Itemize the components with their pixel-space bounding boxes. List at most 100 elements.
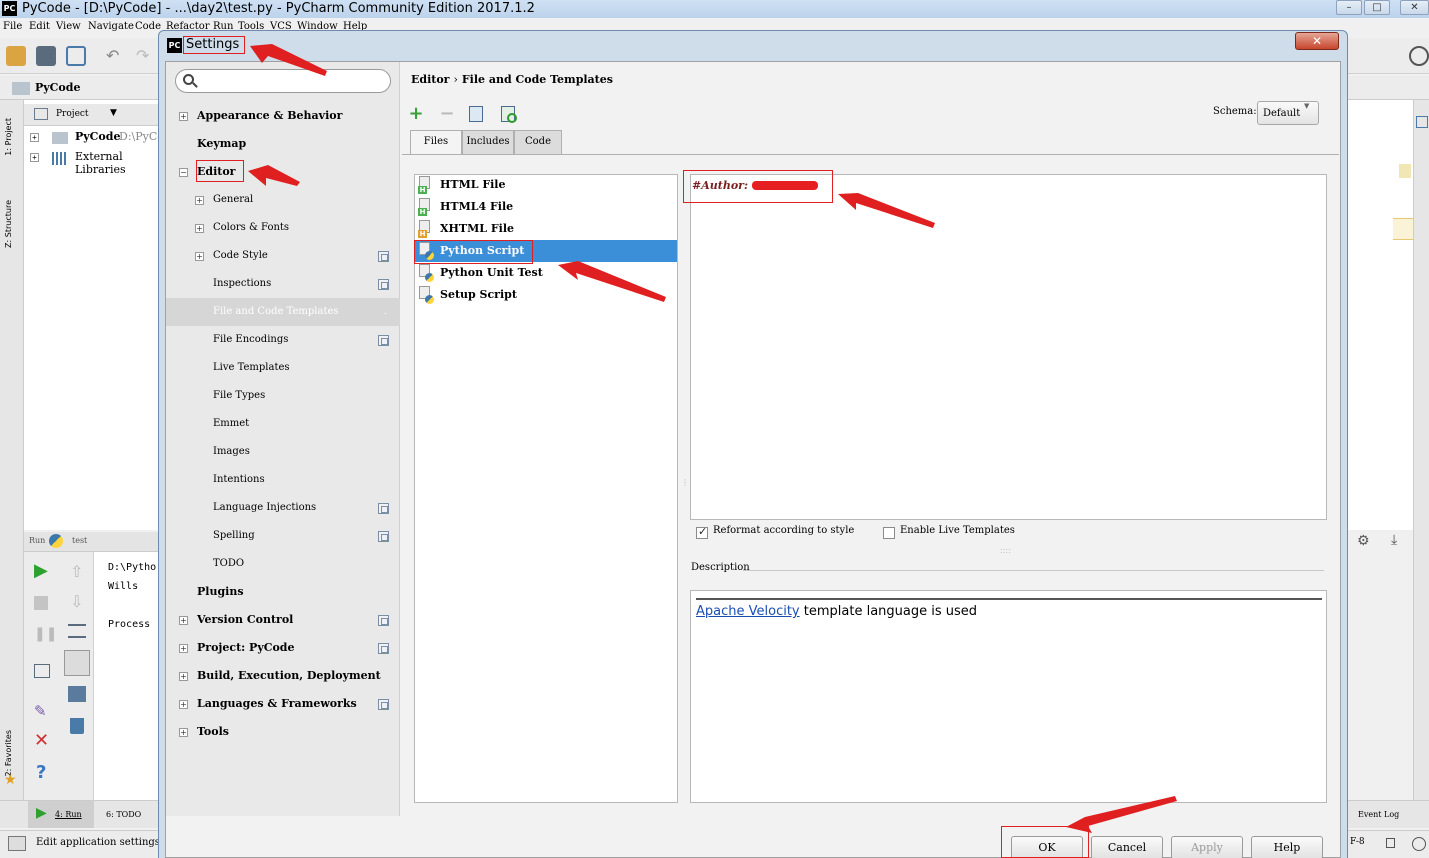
tab-includes[interactable]: Includes [462,130,514,154]
settings-search-input[interactable] [175,69,391,93]
project-tool-tab[interactable]: 1: Project [4,118,13,156]
database-icon[interactable] [1416,116,1428,128]
undo-icon[interactable]: ↶ [106,46,126,66]
template-item-html[interactable]: H HTML File [415,174,677,196]
sidebar-item-live-templates[interactable]: Live Templates [166,354,400,382]
close-icon[interactable]: ✕ [34,730,49,751]
menu-navigate[interactable]: Navigate [88,21,134,32]
expand-icon[interactable]: + [195,252,204,261]
expand-icon[interactable]: + [179,616,188,625]
template-item-xhtml[interactable]: H XHTML File [415,218,677,240]
print-icon[interactable] [68,686,86,702]
chevron-down-icon[interactable]: ▼ [110,108,117,118]
todo-tab-label[interactable]: 6: TODO [106,810,141,819]
expand-icon[interactable]: + [179,700,188,709]
breadcrumb-parent[interactable]: Editor [411,73,449,86]
window-close-button[interactable]: ✕ [1400,0,1429,15]
expand-icon[interactable]: + [179,112,188,121]
sync-icon[interactable] [66,46,86,66]
sidebar-item-language-injections[interactable]: Language Injections [166,494,400,522]
sidebar-item-build[interactable]: + Build, Execution, Deployment [166,662,400,690]
structure-tool-tab[interactable]: Z: Structure [4,200,13,248]
lock-icon[interactable] [1386,838,1395,848]
menu-code[interactable]: Code [135,21,161,32]
tab-code[interactable]: Code [514,130,562,154]
status-toggle-icon[interactable] [8,836,26,851]
template-editor[interactable] [690,174,1327,520]
help-icon[interactable]: ? [36,762,46,783]
stop-icon[interactable] [34,596,48,610]
sidebar-item-colors-fonts[interactable]: + Colors & Fonts [166,214,400,242]
scroll-to-end-icon[interactable] [64,650,90,676]
sidebar-item-tools[interactable]: + Tools [166,718,400,746]
event-log-tab[interactable]: Event Log [1358,810,1399,819]
hide-panel-icon[interactable]: ⤓ [1391,532,1397,548]
sidebar-item-file-encodings[interactable]: File Encodings [166,326,400,354]
redo-icon[interactable]: ↷ [136,46,156,66]
reformat-checkbox[interactable]: ✓ [696,525,708,539]
sidebar-item-file-code-templates[interactable]: File and Code Templates. [166,298,400,326]
template-item-setup-script[interactable]: Setup Script [415,284,677,306]
collapse-icon[interactable]: − [179,168,188,177]
maximize-button[interactable]: □ [1364,0,1390,15]
sidebar-item-version-control[interactable]: + Version Control [166,606,400,634]
external-libraries-row[interactable]: + External Libraries [30,150,164,176]
trash-icon[interactable] [70,718,84,734]
expand-icon[interactable]: + [179,728,188,737]
expand-icon[interactable]: + [30,153,39,162]
template-item-python-unit-test[interactable]: Python Unit Test [415,262,677,284]
sidebar-item-file-types[interactable]: File Types [166,382,400,410]
sidebar-item-images[interactable]: Images [166,438,400,466]
menu-edit[interactable]: Edit [29,21,50,32]
sidebar-item-project[interactable]: + Project: PyCode [166,634,400,662]
run-tool-tab[interactable]: ▶ 4: Run [28,801,94,828]
expand-icon[interactable]: + [195,224,204,233]
down-arrow-icon[interactable]: ⇩ [70,592,83,611]
menu-view[interactable]: View [56,21,81,32]
schema-select[interactable]: Default ▼ [1257,101,1319,125]
encoding-indicator[interactable]: F-8 [1350,837,1365,847]
template-item-html4[interactable]: H HTML4 File [415,196,677,218]
sidebar-item-spelling[interactable]: Spelling [166,522,400,550]
sidebar-item-keymap[interactable]: Keymap [166,130,400,158]
splitter-handle[interactable]: :::: [1000,546,1011,555]
help-button[interactable]: Help [1251,836,1323,858]
apply-button[interactable]: Apply [1171,836,1243,858]
add-template-icon[interactable]: + [406,104,426,124]
tab-files[interactable]: Files [410,130,462,155]
sidebar-item-todo[interactable]: TODO [166,550,400,578]
sidebar-item-general[interactable]: + General [166,186,400,214]
expand-icon[interactable]: + [30,133,39,142]
minimize-button[interactable]: – [1336,0,1362,15]
splitter-handle[interactable]: ⋮ [681,478,689,487]
sidebar-item-languages[interactable]: + Languages & Frameworks [166,690,400,718]
pin-icon[interactable]: ✎ [34,702,47,720]
nav-crumb-project[interactable]: PyCode [35,81,80,94]
expand-icon[interactable]: + [179,644,188,653]
save-icon[interactable] [36,46,56,66]
project-view-label[interactable]: Project [56,109,89,119]
sidebar-item-plugins[interactable]: Plugins [166,578,400,606]
sidebar-item-appearance[interactable]: + Appearance & Behavior [166,102,400,130]
gear-icon[interactable]: ⚙ [1357,533,1370,549]
dialog-close-button[interactable]: ✕ [1295,32,1339,50]
cancel-button[interactable]: Cancel [1091,836,1163,858]
expand-icon[interactable]: + [179,672,188,681]
soft-wrap-icon[interactable] [68,624,86,638]
remove-template-icon[interactable]: − [437,104,457,124]
sidebar-item-inspections[interactable]: Inspections [166,270,400,298]
sidebar-item-intentions[interactable]: Intentions [166,466,400,494]
search-everywhere-icon[interactable] [1409,46,1429,66]
project-root-row[interactable]: + PyCode D:\PyCo [30,130,164,148]
open-folder-icon[interactable] [6,46,26,66]
pause-icon[interactable]: ❚❚ [34,626,57,642]
favorites-tool-tab[interactable]: 2: Favorites [4,730,13,776]
expand-icon[interactable]: + [195,196,204,205]
menu-file[interactable]: File [3,21,22,32]
sidebar-item-code-style[interactable]: + Code Style [166,242,400,270]
inspector-icon[interactable] [1412,837,1426,851]
layout-icon[interactable] [34,664,50,678]
rerun-icon[interactable]: ▶ [34,560,48,581]
copy-template-icon[interactable] [469,106,483,122]
up-arrow-icon[interactable]: ⇧ [70,562,83,581]
